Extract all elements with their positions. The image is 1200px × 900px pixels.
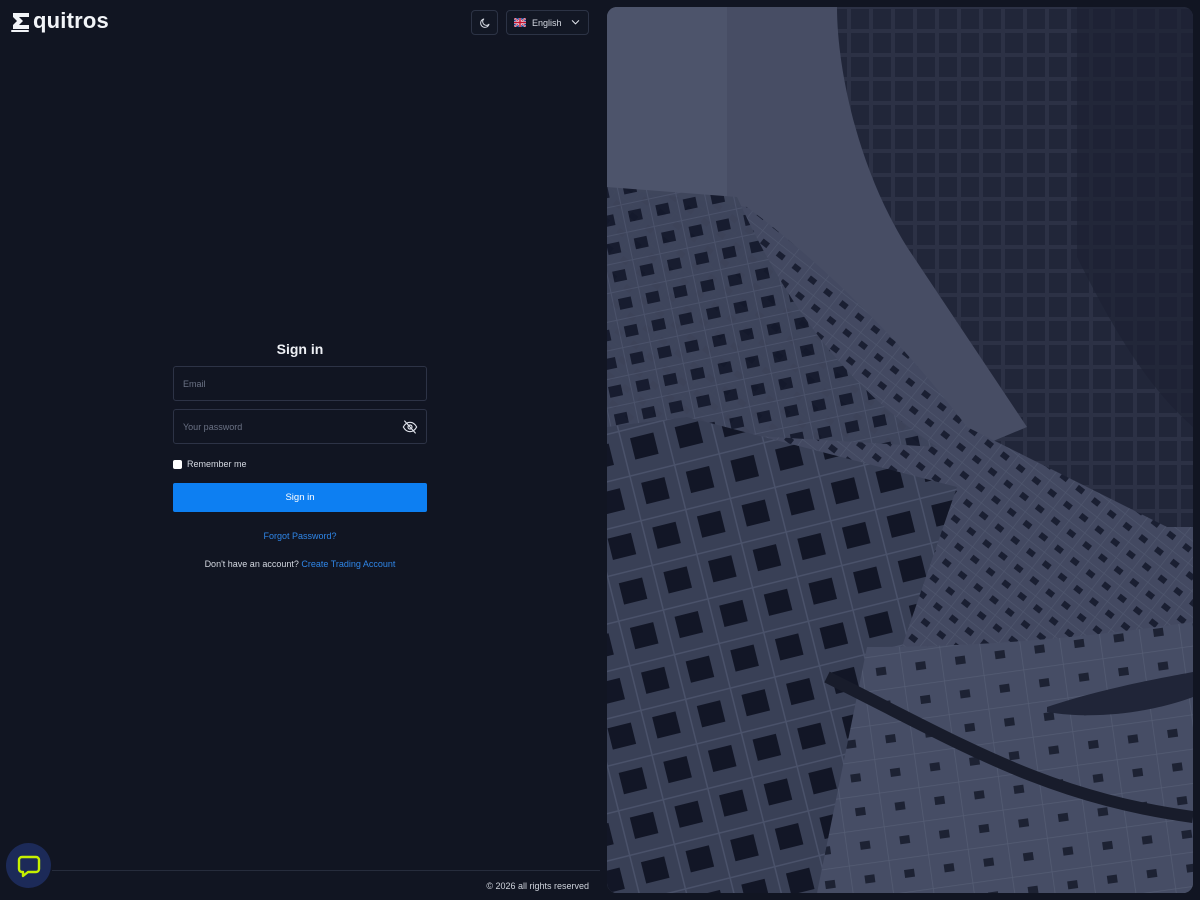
chat-bubble-icon xyxy=(17,855,40,877)
remember-me-checkbox[interactable] xyxy=(173,459,182,469)
remember-me: Remember me xyxy=(173,458,427,470)
create-account-link[interactable]: Create Trading Account xyxy=(301,559,395,569)
forgot-password-link[interactable]: Forgot Password? xyxy=(173,531,427,541)
email-field-wrapper xyxy=(173,366,427,401)
chevron-down-icon xyxy=(571,20,580,25)
signup-prompt-text: Don't have an account? xyxy=(204,559,299,569)
remember-me-label[interactable]: Remember me xyxy=(187,459,247,469)
footer-divider xyxy=(52,870,600,871)
password-field[interactable] xyxy=(174,410,426,443)
password-field-wrapper xyxy=(173,409,427,444)
hero-architecture-image xyxy=(607,7,1193,893)
language-label: English xyxy=(532,17,562,28)
live-chat-button[interactable] xyxy=(6,843,51,888)
uk-flag-icon xyxy=(514,18,526,27)
sign-in-form: Sign in Remember me Sign in Forgot Passw… xyxy=(173,340,427,569)
brand-name: quitros xyxy=(33,8,109,33)
moon-icon xyxy=(479,18,489,28)
sign-in-page: quitros English Sign in Email Remember m… xyxy=(0,0,1200,900)
sign-in-button[interactable]: Sign in xyxy=(173,483,427,512)
auth-panel: quitros English Sign in Email Remember m… xyxy=(0,0,600,900)
copyright-text: © 2026 all rights reserved xyxy=(486,881,589,891)
email-field[interactable] xyxy=(174,367,426,400)
equitros-e-logo-icon xyxy=(11,13,29,32)
theme-toggle-button[interactable] xyxy=(471,10,498,35)
brand-logo[interactable]: quitros xyxy=(10,9,109,33)
building-illustration xyxy=(607,7,1193,893)
language-select[interactable]: English xyxy=(506,10,589,35)
eye-off-icon[interactable] xyxy=(402,419,418,435)
signup-prompt: Don't have an account? Create Trading Ac… xyxy=(173,559,427,569)
form-title: Sign in xyxy=(276,341,324,357)
